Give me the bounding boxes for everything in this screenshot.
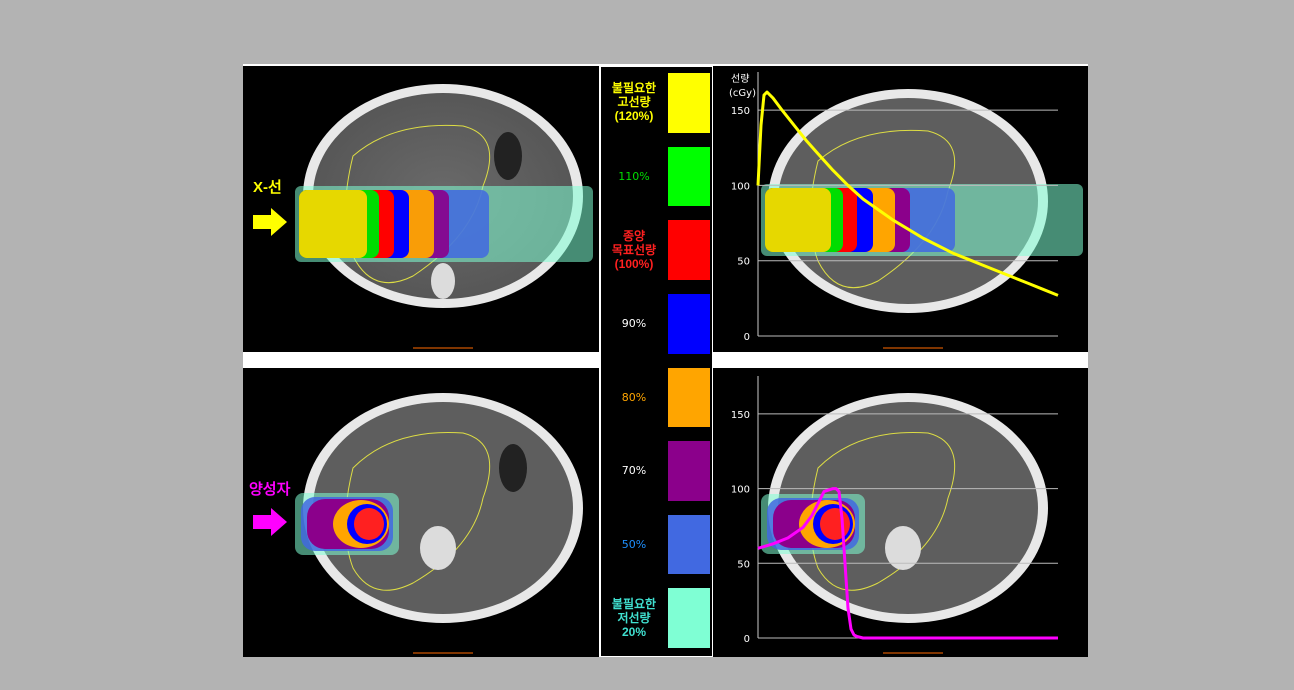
- legend-swatch: [668, 367, 710, 428]
- dose-comparison-figure: X-선 양성자 불필요한 고선량 (120%) 110% 종양 목표선량 (100%) 90%…: [243, 64, 1088, 657]
- y-axis-unit-label: (cGy): [729, 88, 756, 99]
- legend-label: 70%: [621, 464, 647, 478]
- legend-label: 종양 목표선량 (100%): [611, 228, 657, 271]
- xray-ct-image: [295, 84, 593, 349]
- y-tick-label: 50: [737, 559, 750, 570]
- legend-label: 80%: [621, 390, 647, 404]
- y-tick-label: 150: [731, 106, 750, 117]
- legend-swatch: [668, 588, 710, 648]
- proton-ct-image: [295, 393, 583, 654]
- xray-ct-panel: X-선: [243, 66, 599, 352]
- legend-label: 90%: [621, 317, 647, 331]
- legend-label: 불필요한 고선량 (120%): [611, 81, 657, 124]
- proton-dose-chart: 0 50 100 150: [731, 376, 1058, 654]
- legend-swatch: [668, 441, 710, 501]
- y-tick-label: 0: [744, 332, 750, 343]
- y-tick-label: 100: [731, 485, 750, 496]
- legend-swatch: [668, 293, 710, 354]
- legend-label: 110%: [618, 169, 650, 183]
- proton-dose-chart-panel: 0 50 100 150: [713, 368, 1088, 657]
- proton-beam-label: 양성자: [249, 481, 291, 498]
- dose-legend: 불필요한 고선량 (120%) 110% 종양 목표선량 (100%) 90% 80% 70% 50…: [600, 66, 713, 657]
- xray-beam-label: X-선: [253, 179, 282, 196]
- y-axis-label: 선량: [731, 73, 749, 85]
- xray-dose-chart-panel: 선량 (cGy) 0 50 100 150: [713, 66, 1088, 352]
- legend-label: 50%: [621, 538, 647, 552]
- legend-swatch: [668, 146, 710, 207]
- y-tick-label: 150: [731, 410, 750, 421]
- y-tick-label: 50: [737, 257, 750, 268]
- xray-arrow-icon: [253, 208, 287, 236]
- proton-arrow-icon: [253, 508, 287, 536]
- legend-swatch: [668, 73, 710, 133]
- xray-dose-chart: 선량 (cGy) 0 50 100 150: [729, 72, 1083, 349]
- y-tick-label: 0: [744, 634, 750, 645]
- legend-label: 불필요한 저선량 20%: [611, 596, 657, 639]
- proton-ct-panel: 양성자: [243, 368, 599, 657]
- legend-swatch: [668, 514, 710, 575]
- y-tick-label: 100: [731, 181, 750, 192]
- legend-swatch: [668, 220, 710, 280]
